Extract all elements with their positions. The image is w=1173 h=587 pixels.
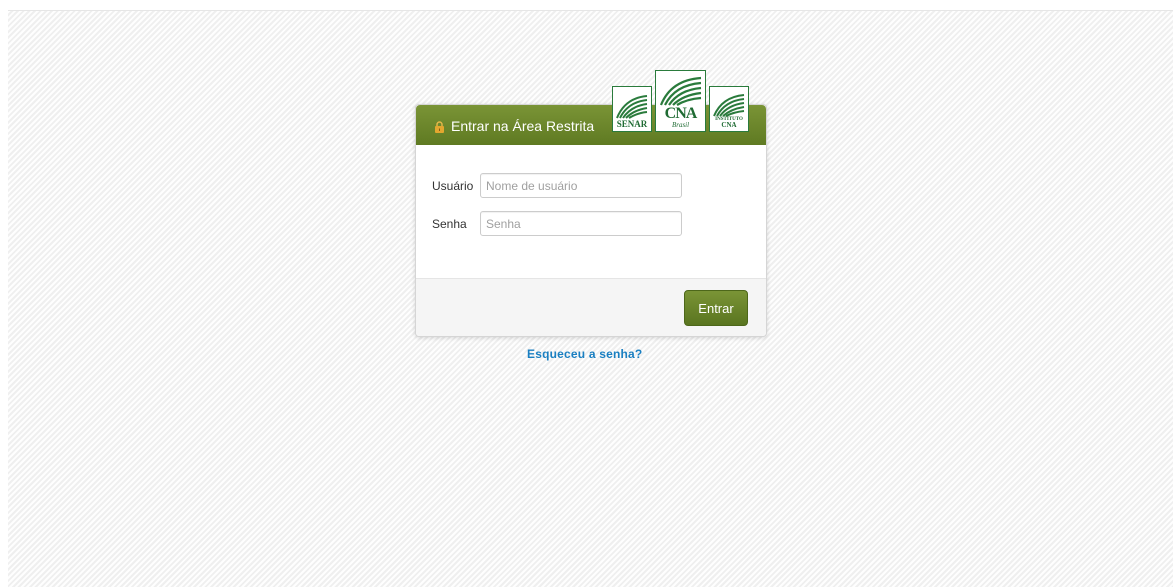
login-card-header: Entrar na Área Restrita SENAR CNA Brasil… xyxy=(416,70,766,145)
wheat-icon xyxy=(616,95,648,119)
wheat-icon xyxy=(713,94,745,117)
username-label: Usuário xyxy=(432,178,474,193)
partner-logos: SENAR CNA Brasil INSTITUTO CNA xyxy=(612,70,749,132)
username-row: Usuário xyxy=(432,173,766,198)
login-submit-button[interactable]: Entrar xyxy=(684,290,748,326)
login-title-text: Entrar na Área Restrita xyxy=(451,118,595,134)
instituto-cna-logo: INSTITUTO CNA xyxy=(709,86,749,132)
cna-logo-text: CNA xyxy=(664,105,698,122)
senar-logo-text: SENAR xyxy=(616,119,648,129)
cna-logo: CNA Brasil xyxy=(655,70,706,132)
password-row: Senha xyxy=(432,211,766,236)
senar-logo: SENAR xyxy=(612,86,652,132)
password-input[interactable] xyxy=(480,211,682,236)
lock-icon xyxy=(434,120,445,133)
password-label: Senha xyxy=(432,216,467,231)
login-title: Entrar na Área Restrita xyxy=(434,118,594,134)
login-card-footer: Entrar xyxy=(416,278,766,336)
instituto-logo-line2: CNA xyxy=(721,121,737,129)
login-form: Usuário Senha xyxy=(416,145,766,249)
forgot-password-link[interactable]: Esqueceu a senha? xyxy=(527,347,642,361)
username-input[interactable] xyxy=(480,173,682,198)
wheat-icon xyxy=(659,76,701,106)
cna-logo-subtext: Brasil xyxy=(671,121,690,129)
login-card: Entrar na Área Restrita SENAR CNA Brasil… xyxy=(415,70,767,337)
